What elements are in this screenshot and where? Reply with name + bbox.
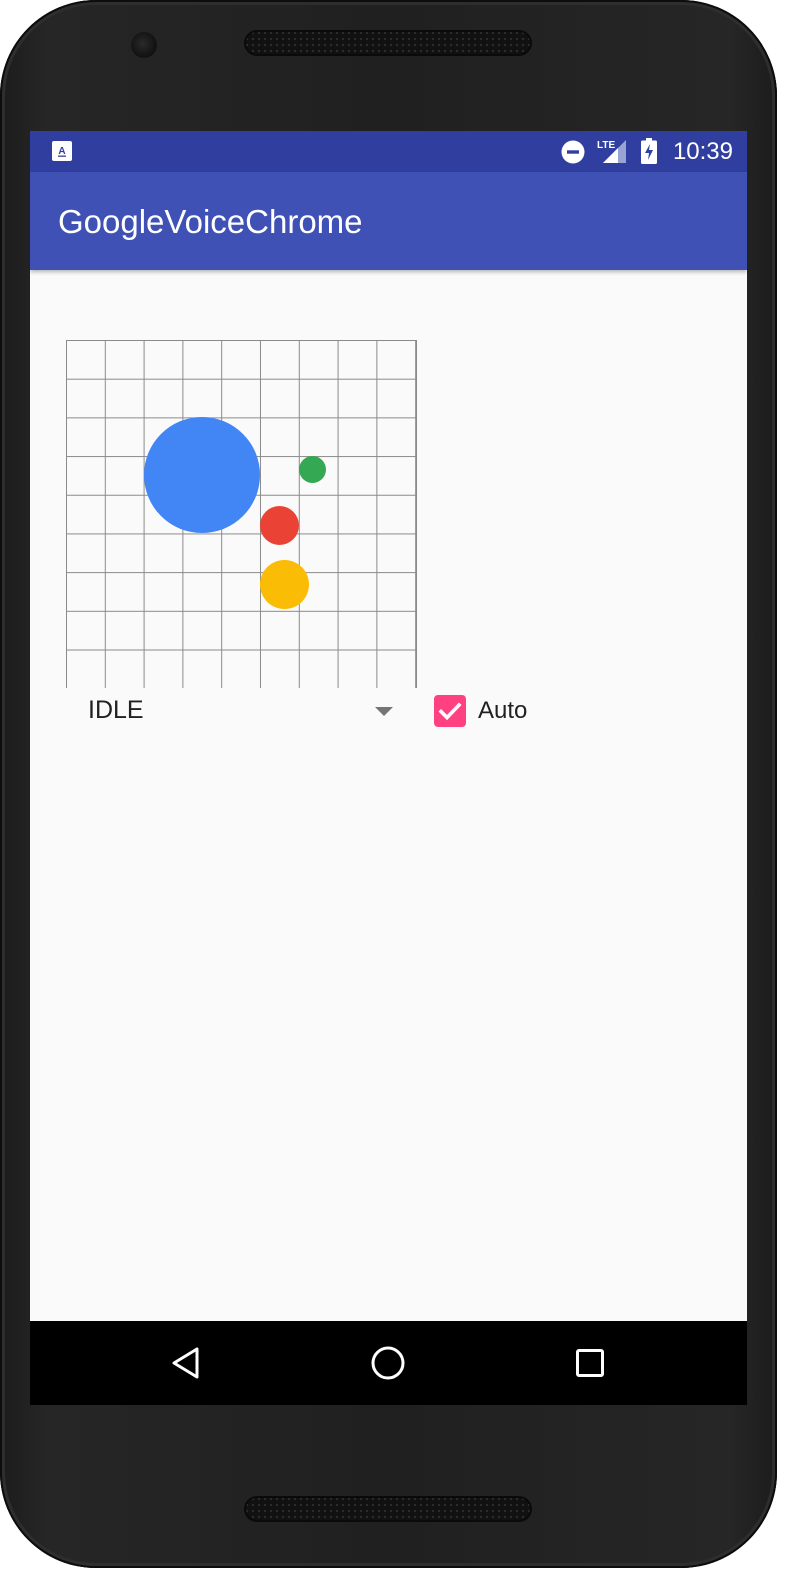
navigation-bar	[30, 1321, 747, 1405]
status-bar: A LTE 10:39	[30, 131, 747, 172]
home-button[interactable]	[343, 1321, 433, 1405]
recents-icon	[576, 1349, 604, 1377]
voice-visualizer-grid	[66, 340, 417, 688]
front-camera	[131, 32, 157, 58]
blue-dot	[144, 417, 260, 533]
recents-button[interactable]	[545, 1321, 635, 1405]
back-icon	[172, 1347, 199, 1379]
yellow-dot	[260, 560, 309, 609]
app-title: GoogleVoiceChrome	[58, 203, 363, 240]
app-notification-icon: A	[52, 141, 72, 161]
svg-text:A: A	[58, 146, 65, 157]
green-dot	[299, 456, 326, 483]
status-time: 10:39	[672, 138, 733, 165]
auto-checkbox-label[interactable]: Auto	[478, 697, 527, 725]
state-dropdown[interactable]: IDLE	[66, 688, 393, 734]
checkmark-icon	[438, 702, 462, 721]
do-not-disturb-icon	[561, 140, 585, 164]
screen: A LTE 10:39 GoogleVoiceChrome IDLE Auto	[30, 131, 747, 1405]
red-dot	[260, 506, 299, 545]
auto-checkbox[interactable]	[434, 695, 466, 727]
signal-icon: LTE	[597, 140, 626, 163]
state-dropdown-value: IDLE	[88, 696, 144, 724]
dropdown-arrow-icon	[375, 707, 393, 716]
network-type-label: LTE	[597, 140, 615, 151]
earpiece-speaker	[244, 30, 532, 56]
app-bar: GoogleVoiceChrome	[30, 172, 747, 270]
home-icon	[371, 1346, 405, 1380]
bottom-speaker	[244, 1496, 532, 1522]
phone-frame: A LTE 10:39 GoogleVoiceChrome IDLE Auto	[0, 0, 777, 1568]
back-button[interactable]	[141, 1321, 231, 1405]
battery-charging-icon	[641, 138, 657, 164]
